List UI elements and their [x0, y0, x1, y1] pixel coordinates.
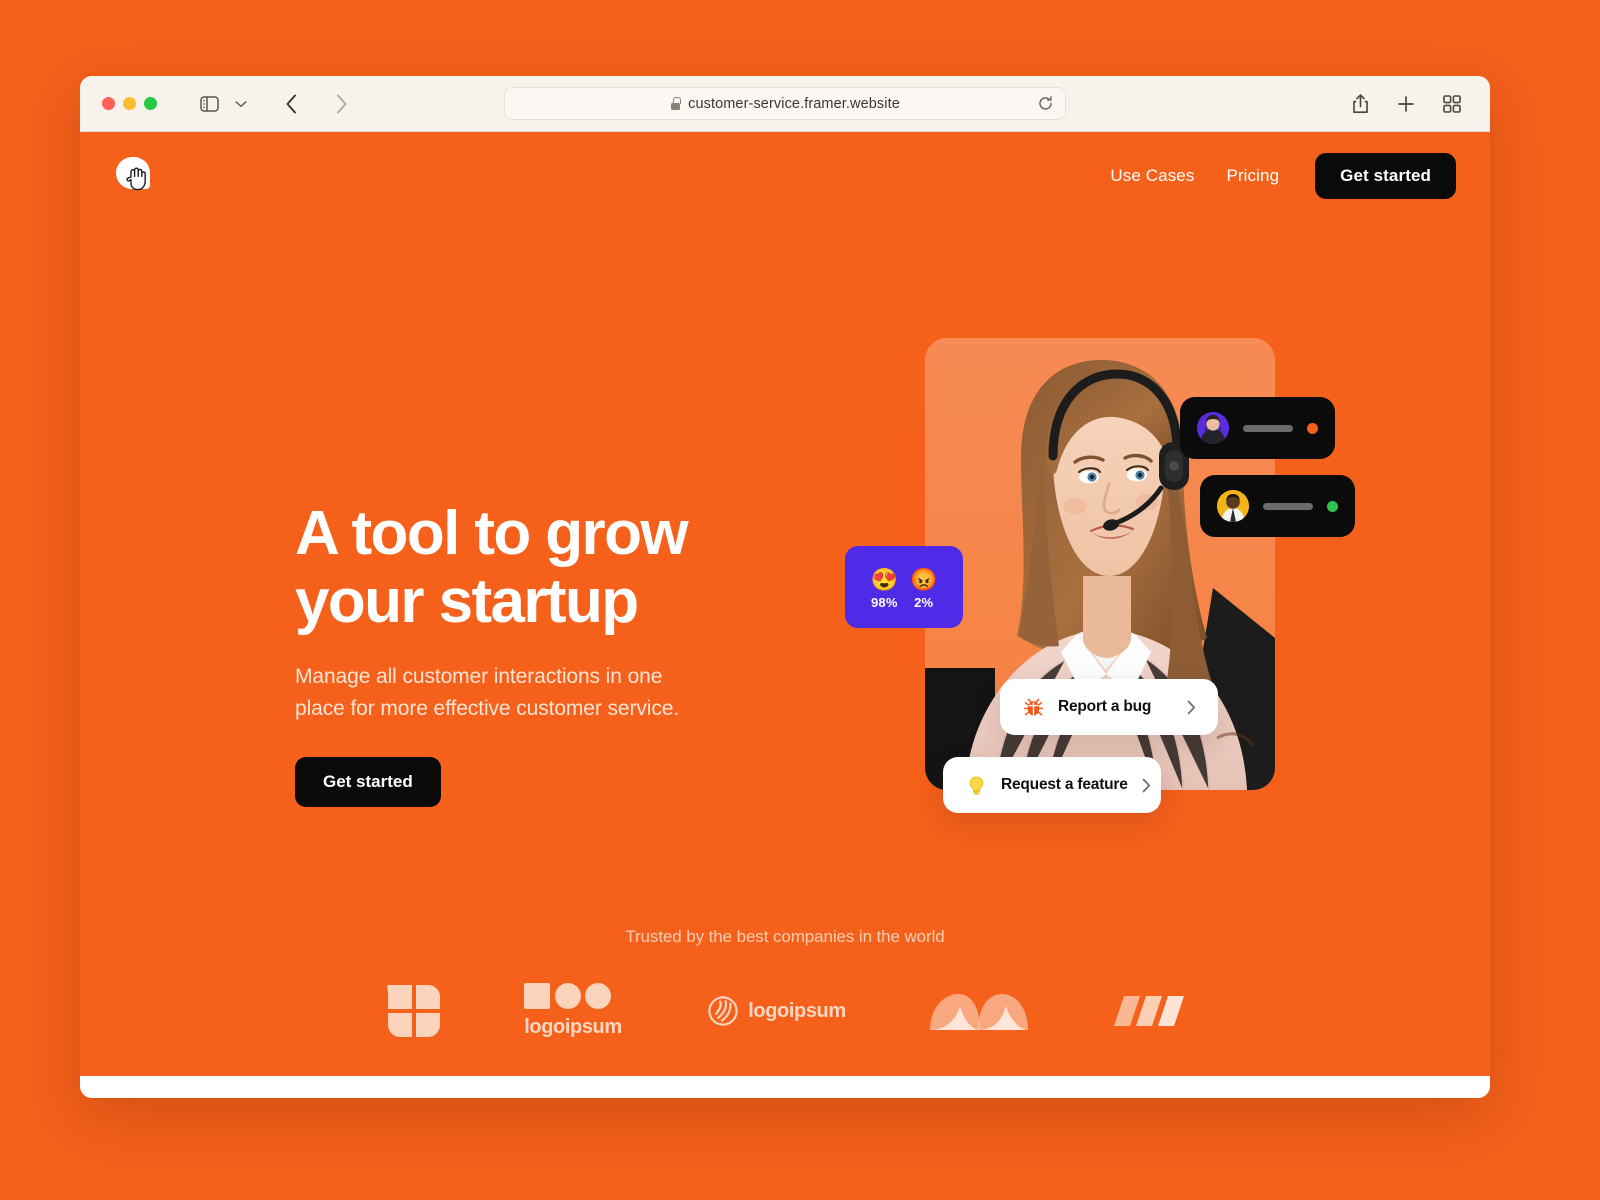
status-dot-green: [1327, 500, 1338, 512]
back-arrow-icon[interactable]: [275, 88, 307, 120]
close-window-button[interactable]: [102, 97, 115, 110]
site-navbar: Use Cases Pricing Get started: [80, 132, 1490, 220]
partner-logo-5: [1112, 994, 1184, 1028]
heart-eyes-emoji: 😍: [870, 566, 898, 592]
chevron-down-icon[interactable]: [225, 88, 257, 120]
swirl-mark: [708, 996, 738, 1026]
partner-logo-4: [928, 990, 1030, 1032]
partner-logo-row: logoipsum logoipsum: [80, 983, 1490, 1039]
browser-titlebar: customer-service.framer.website: [80, 76, 1490, 132]
website-page: Use Cases Pricing Get started A tool to …: [80, 132, 1490, 1098]
chat-pill-2[interactable]: [1200, 475, 1355, 537]
url-text: customer-service.framer.website: [688, 95, 900, 112]
chevron-right-icon: [1187, 700, 1196, 715]
waves-mark: [929, 994, 1028, 1030]
plus-icon[interactable]: [1390, 88, 1422, 120]
angry-face-emoji: 😡: [910, 566, 938, 592]
hero-get-started-button[interactable]: Get started: [295, 757, 441, 808]
satisfaction-stat-card: 😍 98% 😡 2%: [845, 546, 963, 628]
bug-icon: [1022, 696, 1044, 718]
nav-link-use-cases[interactable]: Use Cases: [1110, 166, 1194, 186]
partner-logo-1: [386, 983, 442, 1039]
avatar-yellow: [1217, 490, 1249, 522]
site-logo[interactable]: [116, 155, 158, 197]
request-a-feature-label: Request a feature: [1001, 776, 1128, 793]
chat-message-placeholder: [1263, 502, 1313, 510]
status-dot-orange: [1307, 422, 1318, 434]
partner-logo-2-word: logoipsum: [524, 1016, 622, 1038]
slashes-mark: [1113, 996, 1184, 1026]
browser-window: customer-service.framer.website Use Case…: [80, 76, 1490, 1098]
chat-message-placeholder: [1243, 424, 1293, 432]
minimize-window-button[interactable]: [123, 97, 136, 110]
trusted-by-section: Trusted by the best companies in the wor…: [80, 927, 1490, 1039]
navbar-right: Use Cases Pricing Get started: [1110, 153, 1456, 199]
avatar-purple: [1197, 412, 1229, 444]
stat-value-negative: 2%: [914, 594, 934, 610]
sidebar-toggle-icon[interactable]: [193, 88, 225, 120]
reload-icon[interactable]: [1038, 96, 1053, 111]
stat-item-positive: 😍 98%: [870, 566, 898, 610]
chat-pill-1[interactable]: [1180, 397, 1335, 459]
window-traffic-lights: [102, 97, 157, 110]
clover-mark-logo: [387, 985, 441, 1037]
lock-icon: [670, 97, 681, 110]
report-a-bug-card[interactable]: Report a bug: [1000, 679, 1218, 735]
trusted-by-label: Trusted by the best companies in the wor…: [625, 927, 945, 946]
lightbulb-icon: [965, 774, 987, 796]
chevron-right-icon: [1142, 778, 1151, 793]
nav-link-pricing[interactable]: Pricing: [1226, 166, 1279, 186]
stat-value-positive: 98%: [870, 594, 898, 610]
forward-arrow-icon[interactable]: [325, 88, 357, 120]
hero-subtitle: Manage all customer interactions in one …: [295, 665, 680, 721]
hand-cursor-icon: [126, 167, 146, 191]
nav-get-started-button[interactable]: Get started: [1315, 153, 1456, 199]
request-a-feature-card[interactable]: Request a feature: [943, 757, 1161, 813]
hero-copy: A tool to grow your startup Manage all c…: [295, 499, 735, 808]
url-bar[interactable]: customer-service.framer.website: [504, 87, 1066, 120]
share-icon[interactable]: [1344, 88, 1376, 120]
page-bottom-strip: [80, 1076, 1490, 1098]
toolbar-right-group: [1344, 88, 1474, 120]
tab-grid-icon[interactable]: [1436, 88, 1468, 120]
report-a-bug-label: Report a bug: [1058, 698, 1152, 715]
partner-logo-3-word: logoipsum: [748, 999, 846, 1022]
partner-logo-3: logoipsum: [708, 996, 846, 1026]
hero-title: A tool to grow your startup: [295, 499, 689, 636]
hero-visual: 😍 98% 😡 2% Report a bug Request a featur…: [845, 338, 1355, 838]
partner-logo-2: logoipsum: [524, 983, 626, 1039]
stat-item-negative: 😡 2%: [910, 566, 938, 610]
hero-section: A tool to grow your startup Manage all c…: [80, 220, 1490, 920]
shapes-mark: [524, 983, 612, 1009]
maximize-window-button[interactable]: [144, 97, 157, 110]
